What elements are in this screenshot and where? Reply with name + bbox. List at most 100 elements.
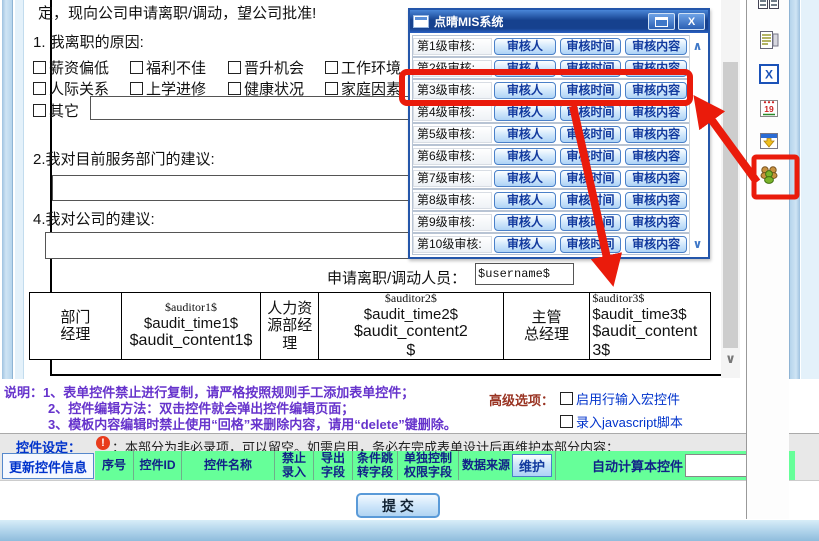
notes-section: 说明：1、表单控件禁止进行复制，请严格按照规则手工添加表单控件； 2、控件编辑方… (0, 379, 819, 433)
form-intro-text: 定，现向公司申请离职/调动，望公司批准! (38, 2, 316, 23)
audit-time-button[interactable]: 审核时间 (560, 38, 622, 55)
submit-button[interactable]: 提 交 (356, 493, 440, 518)
audit-content-button[interactable]: 审核内容 (625, 236, 687, 253)
auditor2-vars-cell: $auditor2$ $audit_time2$ $audit_content2… (319, 293, 503, 359)
svg-text:X: X (765, 68, 773, 82)
editor-scroll-down-icon[interactable]: ∨ (723, 350, 738, 368)
column-control-name: 控件名称 (182, 451, 275, 480)
audit-content-button[interactable]: 审核内容 (625, 126, 687, 143)
audit-level-label: 第3级审核: (413, 82, 492, 99)
audit-level-row-2: 第2级审核: 审核人 审核时间 审核内容 (412, 57, 706, 79)
audit-content3-var: $audit_content3$ (592, 323, 704, 359)
checkbox-icon[interactable] (228, 82, 241, 95)
audit-content1-var: $audit_content1$ (125, 332, 257, 350)
checkbox-icon[interactable] (560, 392, 573, 405)
auditor-button[interactable]: 审核人 (494, 214, 556, 231)
editor-scrollbar[interactable]: ∨ (721, 0, 740, 378)
reason-checkbox-salary[interactable]: 薪资偏低 (33, 57, 109, 78)
dialog-scroll-up-icon[interactable]: ∧ (690, 39, 705, 53)
import-control-icon[interactable] (758, 132, 780, 152)
checkbox-icon[interactable] (33, 61, 46, 74)
audit-content-button[interactable]: 审核内容 (625, 192, 687, 209)
audit-time-button[interactable]: 审核时间 (560, 104, 622, 121)
audit-content-button[interactable]: 审核内容 (625, 170, 687, 187)
update-controls-button[interactable]: 更新控件信息 (2, 453, 94, 479)
dialog-titlebar[interactable]: 点晴MIS系统 X (410, 10, 708, 33)
form-designer-window: { "colors": { "accent_red": "#ea1b0b", "… (0, 0, 819, 540)
checkbox-icon[interactable] (325, 61, 338, 74)
audit-content-button[interactable]: 审核内容 (625, 104, 687, 121)
audit-level-label: 第10级审核: (413, 236, 492, 253)
excel-export-icon[interactable]: X (758, 64, 780, 84)
audit-time-button[interactable]: 审核时间 (560, 82, 622, 99)
audit-time1-var: $audit_time1$ (144, 315, 238, 332)
document-edit-icon[interactable] (758, 30, 780, 50)
audit-level-label: 第4级审核: (413, 104, 492, 121)
restore-icon (655, 17, 668, 27)
audit-level-label: 第6级审核: (413, 148, 492, 165)
auditor-button[interactable]: 审核人 (494, 82, 556, 99)
audit-time-button[interactable]: 审核时间 (560, 60, 622, 77)
auditor-button[interactable]: 审核人 (494, 60, 556, 77)
audit-content-button[interactable]: 审核内容 (625, 148, 687, 165)
checkbox-icon[interactable] (33, 104, 46, 117)
dialog-scrollbar[interactable]: ∧ ∨ (689, 35, 706, 255)
calendar-day-number: 19 (764, 104, 774, 114)
reason-checkbox-promotion[interactable]: 晋升机会 (228, 57, 304, 78)
insert-auditors-icon[interactable] (758, 163, 780, 183)
auditor1-var: $auditor1$ (165, 301, 217, 315)
audit-time-button[interactable]: 审核时间 (560, 214, 622, 231)
auditor-button[interactable]: 审核人 (494, 104, 556, 121)
question4-title: 4.我对公司的建议: (33, 208, 155, 229)
applicant-name-input[interactable]: $username$ (475, 263, 574, 285)
auditor-button[interactable]: 审核人 (494, 170, 556, 187)
maintain-button[interactable]: 维护 (512, 454, 552, 477)
audit-time-button[interactable]: 审核时间 (560, 148, 622, 165)
audit-content-button[interactable]: 审核内容 (625, 82, 687, 99)
macro-control-option[interactable]: 启用行输入宏控件 (560, 389, 680, 408)
audit-content2-var: $audit_content2$ (351, 323, 471, 359)
audit-time-button[interactable]: 审核时间 (560, 126, 622, 143)
auditor-button[interactable]: 审核人 (494, 38, 556, 55)
audit-time-button[interactable]: 审核时间 (560, 170, 622, 187)
audit-level-row-1: 第1级审核: 审核人 审核时间 审核内容 (412, 35, 706, 57)
audit-time-button[interactable]: 审核时间 (560, 236, 622, 253)
audit-level-row-10: 第10级审核: 审核人 审核时间 审核内容 (412, 233, 706, 255)
auditor-button[interactable]: 审核人 (494, 236, 556, 253)
reason-checkbox-welfare[interactable]: 福利不佳 (130, 57, 206, 78)
audit-level-label: 第5级审核: (413, 126, 492, 143)
audit-time-button[interactable]: 审核时间 (560, 192, 622, 209)
dialog-close-button[interactable]: X (678, 13, 705, 30)
table-columns-icon[interactable] (758, 0, 780, 13)
auditor2-var: $auditor2$ (385, 293, 437, 306)
checkbox-icon[interactable] (325, 82, 338, 95)
checkbox-icon[interactable] (130, 82, 143, 95)
reason-checkbox-other[interactable]: 其它 (33, 100, 79, 121)
auditor-button[interactable]: 审核人 (494, 192, 556, 209)
audit-time2-var: $audit_time2$ (364, 306, 458, 323)
audit-content-button[interactable]: 审核内容 (625, 214, 687, 231)
auditor1-vars-cell: $auditor1$ $audit_time1$ $audit_content1… (122, 293, 262, 359)
checkbox-icon[interactable] (33, 82, 46, 95)
dialog-title: 点晴MIS系统 (434, 13, 503, 30)
submit-section: 提 交 (0, 480, 819, 520)
audit-content-button[interactable]: 审核内容 (625, 38, 687, 55)
question1-title: 1. 我离职的原因: (33, 31, 144, 52)
auditor3-var: $auditor3$ (592, 293, 644, 306)
editor-scrollbar-thumb[interactable] (723, 62, 738, 348)
control-settings-section: 控件设定： ! ：本部分为非必录项，可以留空。如需启用，务必在完成表单设计后再维… (0, 433, 819, 481)
column-permission-field: 单独控制 权限字段 (398, 451, 459, 480)
javascript-option[interactable]: 录入javascript脚本 (560, 412, 683, 431)
audit-content-button[interactable]: 审核内容 (625, 60, 687, 77)
dialog-restore-button[interactable] (648, 13, 675, 30)
calendar-icon[interactable]: 19 (758, 98, 780, 118)
checkbox-icon[interactable] (130, 61, 143, 74)
reason-checkbox-environment[interactable]: 工作环境 (325, 57, 401, 78)
auditor-button[interactable]: 审核人 (494, 126, 556, 143)
column-forbid-entry: 禁止 录入 (275, 451, 314, 480)
auditor-button[interactable]: 审核人 (494, 148, 556, 165)
column-data-source: 数据来源 维护 (459, 451, 556, 480)
checkbox-icon[interactable] (560, 415, 573, 428)
checkbox-icon[interactable] (228, 61, 241, 74)
dialog-scroll-down-icon[interactable]: ∨ (690, 237, 705, 251)
